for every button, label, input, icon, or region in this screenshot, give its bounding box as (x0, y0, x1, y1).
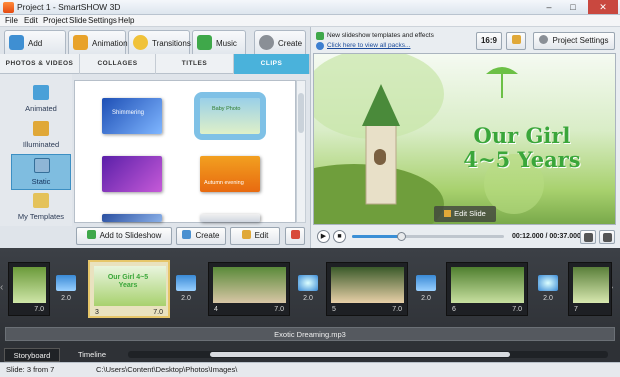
app-logo-icon (3, 2, 14, 13)
delete-icon (290, 230, 300, 239)
create-button[interactable]: Create (176, 227, 226, 245)
tab-create[interactable]: Create (254, 30, 306, 54)
news-icon (316, 32, 324, 40)
transition-duration: 2.0 (421, 295, 431, 302)
menu-project[interactable]: Project (43, 16, 68, 25)
transition-duration: 2.0 (543, 295, 553, 302)
subtab-clips[interactable]: CLIPS (234, 54, 310, 74)
tab-storyboard[interactable]: Storyboard (4, 348, 60, 362)
close-button[interactable]: ✕ (588, 0, 618, 14)
clip-thumb[interactable] (102, 214, 162, 222)
slide-preview: Our Girl 4~5 Years Edit Slide (313, 53, 616, 225)
snapshot-button[interactable] (580, 230, 596, 244)
clip-thumb[interactable]: Autumn evening (200, 156, 260, 192)
create-icon (259, 35, 274, 50)
clip-thumb-selected[interactable]: Baby Photo (194, 92, 266, 140)
scroll-left-icon[interactable]: ‹ (0, 282, 3, 293)
window-title: Project 1 - SmartSHOW 3D (17, 2, 121, 12)
theme-button[interactable] (506, 32, 526, 50)
seek-handle[interactable] (396, 232, 406, 241)
file-path: C:\Users\Content\Desktop\Photos\Images\ (96, 365, 238, 374)
tab-add[interactable]: Add (4, 30, 66, 54)
tab-transitions[interactable]: Transitions (128, 30, 191, 54)
delete-button[interactable] (285, 227, 305, 245)
menu-help[interactable]: Help (118, 16, 134, 25)
fullscreen-button[interactable] (599, 230, 615, 244)
tab-timeline[interactable]: Timeline (62, 348, 122, 362)
add-arrow-icon (86, 230, 96, 239)
subtab-titles[interactable]: TITLES (156, 54, 234, 74)
subtab-collages[interactable]: COLLAGES (80, 54, 156, 74)
my-templates-icon (33, 193, 49, 208)
add-to-slideshow-button[interactable]: Add to Slideshow (76, 227, 172, 245)
info-icon (316, 42, 324, 50)
transition-thumb[interactable] (176, 275, 196, 291)
transition-thumb[interactable] (56, 275, 76, 291)
animated-icon (33, 85, 49, 100)
fullscreen-icon (602, 233, 612, 242)
storyboard-scroll-thumb[interactable] (210, 352, 510, 357)
edit-slide-button[interactable]: Edit Slide (434, 206, 496, 222)
slide-thumb[interactable]: 7 (568, 262, 612, 316)
storyboard: ‹ › 7.0 2.0 Our Girl 4~5 Years 3 7.0 2.0… (0, 248, 620, 346)
palette-icon (511, 35, 521, 44)
slide-thumb[interactable]: 5 7.0 (326, 262, 408, 316)
slide-thumb[interactable]: 6 7.0 (446, 262, 528, 316)
audio-track[interactable]: Exotic Dreaming.mp3 (5, 327, 615, 341)
view-packs-link[interactable]: Click here to view all packs... (327, 42, 410, 49)
slide-thumb[interactable]: 4 7.0 (208, 262, 290, 316)
clip-thumb[interactable] (200, 214, 260, 222)
create-icon (182, 230, 192, 239)
menu-edit[interactable]: Edit (24, 16, 38, 25)
category-my-templates[interactable]: My Templates (11, 190, 71, 226)
subtab-photos-videos[interactable]: PHOTOS & VIDEOS (0, 54, 80, 74)
maximize-button[interactable]: □ (562, 0, 584, 14)
gear-icon (539, 35, 549, 44)
status-bar (0, 362, 620, 377)
pencil-icon (444, 210, 452, 217)
menu-file[interactable]: File (5, 16, 18, 25)
transition-thumb[interactable] (538, 275, 558, 291)
animation-icon (73, 35, 88, 50)
clip-thumb[interactable]: Shimmering (102, 98, 162, 134)
transition-thumb[interactable] (298, 275, 318, 291)
menu-settings[interactable]: Settings (88, 16, 117, 25)
project-settings-button[interactable]: Project Settings (533, 32, 615, 50)
transitions-icon (133, 35, 148, 50)
seek-progress (352, 235, 401, 238)
transition-duration: 2.0 (303, 295, 313, 302)
clip-thumb[interactable] (102, 156, 162, 192)
stop-button[interactable]: ■ (333, 230, 346, 243)
tab-animation[interactable]: Animation (68, 30, 128, 54)
edit-button[interactable]: Edit (230, 227, 280, 245)
slide-thumb-selected[interactable]: Our Girl 4~5 Years 3 7.0 (88, 260, 170, 318)
illuminated-icon (33, 121, 49, 136)
transition-duration: 2.0 (61, 295, 71, 302)
slide-thumb[interactable]: 7.0 (8, 262, 50, 316)
static-icon (34, 158, 50, 173)
category-illuminated[interactable]: Illuminated (11, 118, 71, 154)
camera-icon (583, 233, 593, 242)
category-static[interactable]: Static (11, 154, 71, 190)
slide-counter: Slide: 3 from 7 (6, 365, 55, 374)
play-button[interactable]: ▶ (317, 230, 330, 243)
menu-slide[interactable]: Slide (69, 16, 87, 25)
aspect-ratio-button[interactable]: 16:9 (476, 32, 502, 50)
music-icon (197, 35, 212, 50)
tab-music[interactable]: Music (192, 30, 246, 54)
add-icon (9, 35, 24, 50)
transition-thumb[interactable] (416, 275, 436, 291)
news-text: New slideshow templates and effects (327, 32, 434, 39)
transition-duration: 2.0 (181, 295, 191, 302)
time-readout: 00:12.000 / 00:37.000 (512, 233, 581, 240)
edit-icon (241, 230, 251, 239)
scrollbar-thumb[interactable] (298, 93, 304, 133)
minimize-button[interactable]: – (538, 0, 560, 14)
slide-title: Our Girl 4~5 Years (463, 123, 581, 172)
category-animated[interactable]: Animated (11, 82, 71, 118)
